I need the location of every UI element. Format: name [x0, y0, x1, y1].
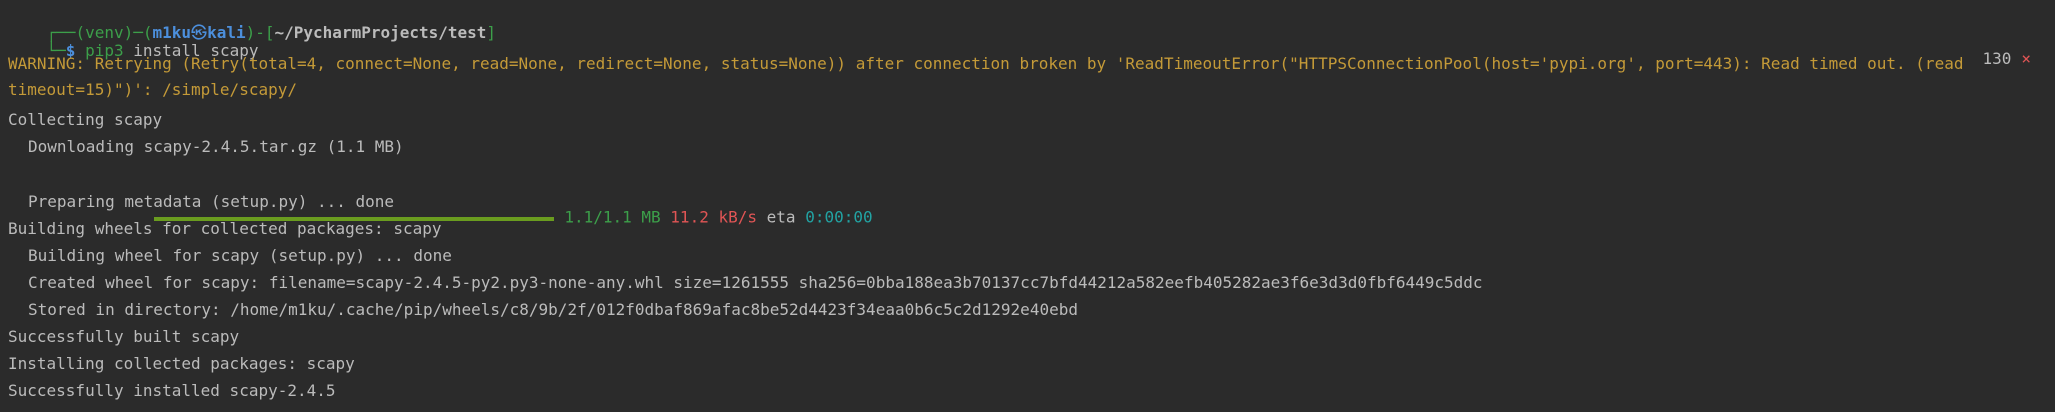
installing-line: Installing collected packages: scapy: [8, 354, 355, 373]
exit-status: 130 ×: [1944, 26, 2031, 68]
progress-eta-label: eta: [766, 207, 796, 227]
success-built-line: Successfully built scapy: [8, 327, 240, 346]
building-wheel-line: Building wheel for scapy (setup.py) ... …: [28, 246, 452, 265]
exit-code-value: 130: [1982, 49, 2012, 68]
prompt-command-line: └─$ pip3 install scapy: [8, 18, 259, 60]
preparing-line: Preparing metadata (setup.py) ... done: [28, 192, 395, 211]
progress-eta: 0:00:00: [805, 207, 873, 227]
download-progress-line: 1.1/1.1 MB 11.2 kB/s eta 0:00:00: [8, 163, 873, 227]
collecting-line: Collecting scapy: [8, 110, 163, 129]
downloading-line: Downloading scapy-2.4.5.tar.gz (1.1 MB): [28, 137, 404, 156]
progress-speed: 11.2 kB/s: [670, 207, 757, 227]
prompt-path: ~/PycharmProjects/test: [274, 23, 487, 42]
stored-directory-line: Stored in directory: /home/m1ku/.cache/p…: [28, 300, 1078, 319]
warning-line-2: timeout=15)")': /simple/scapy/: [8, 80, 297, 99]
progress-size: 1.1/1.1 MB: [564, 207, 661, 227]
terminal-panel[interactable]: ┌──(venv)─(m1ku㉿kali)-[~/PycharmProjects…: [0, 0, 2055, 412]
created-wheel-line: Created wheel for scapy: filename=scapy-…: [28, 273, 1483, 292]
success-installed-line: Successfully installed scapy-2.4.5: [8, 381, 336, 400]
building-wheels-line: Building wheels for collected packages: …: [8, 219, 442, 238]
exit-error-icon: ×: [2021, 49, 2031, 68]
prompt-path-close: ]: [486, 23, 497, 42]
warning-line-1: WARNING: Retrying (Retry(total=4, connec…: [8, 54, 1964, 73]
